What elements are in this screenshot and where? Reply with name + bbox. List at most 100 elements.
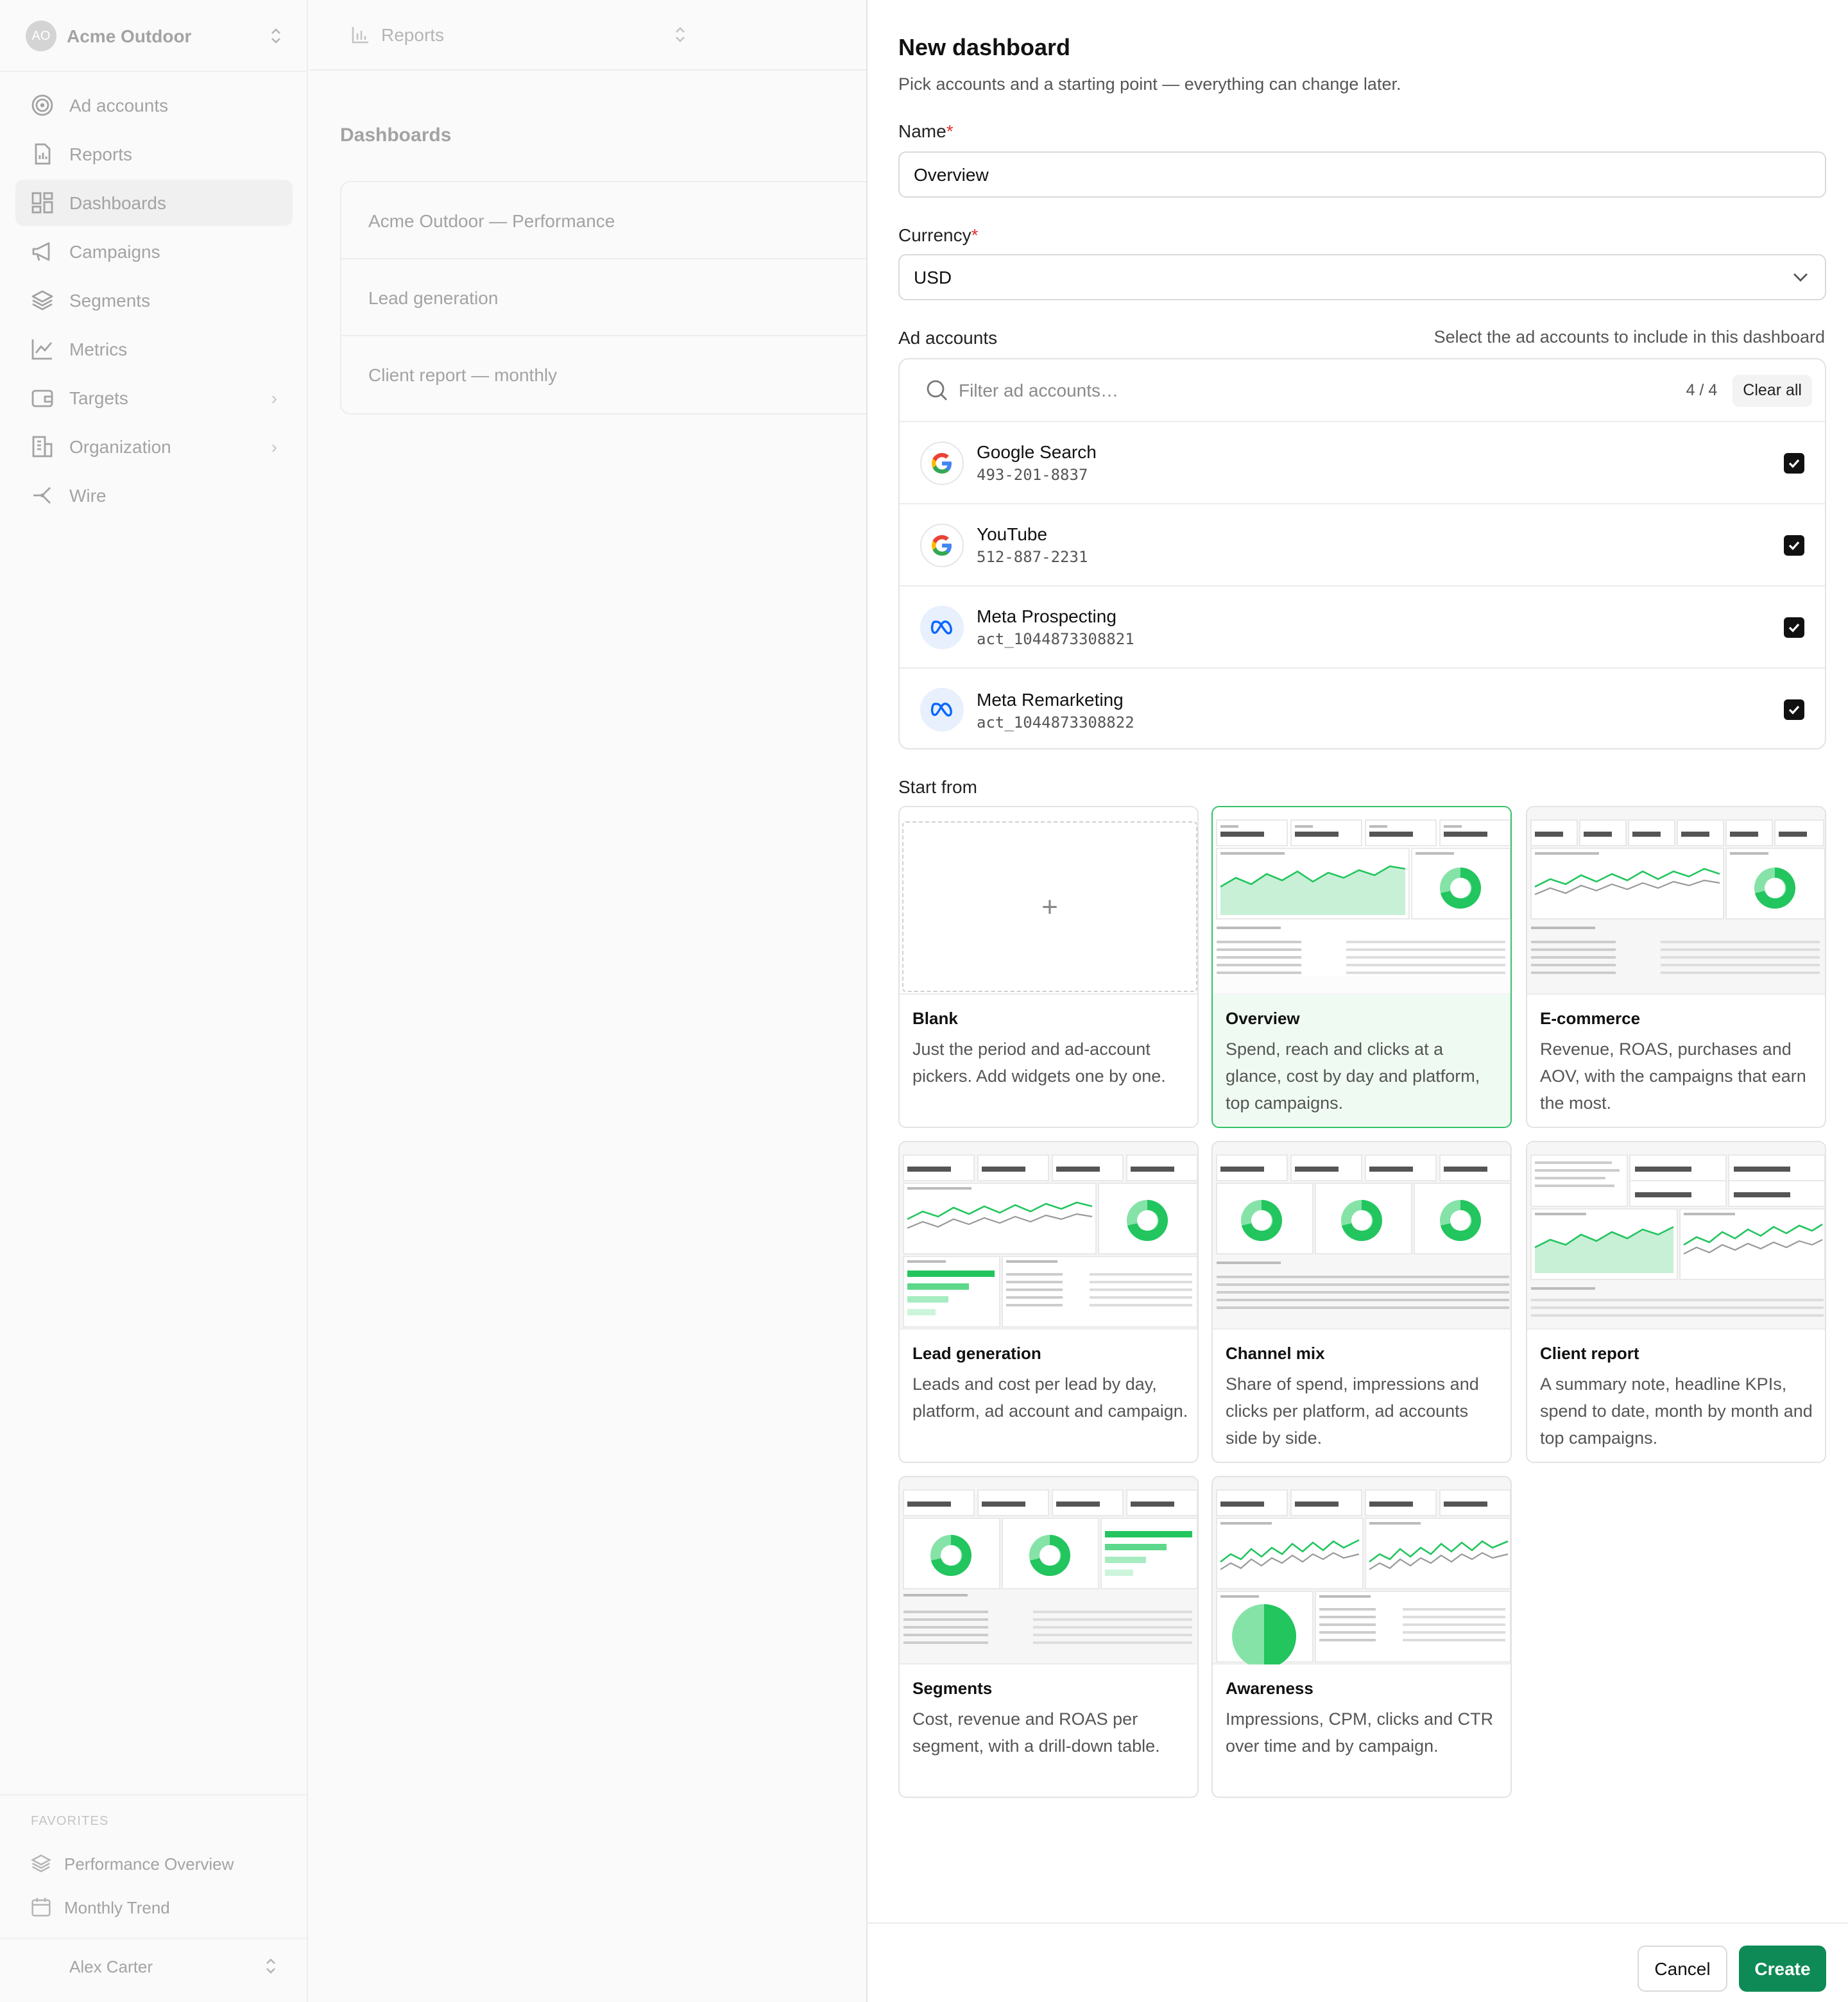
divider: [0, 1938, 308, 1939]
template-description: A summary note, headline KPIs, spend to …: [1540, 1374, 1813, 1448]
favorite-item[interactable]: Performance Overview: [31, 1853, 234, 1874]
plus-icon: +: [902, 821, 1197, 992]
account-name: Meta Remarketing: [977, 689, 1124, 709]
building-icon: [32, 436, 53, 458]
target-icon: [31, 94, 53, 116]
template-description: Cost, revenue and ROAS per segment, with…: [912, 1709, 1160, 1756]
report-selector-label: Reports: [381, 24, 445, 45]
sidebar: AO Acme Outdoor Ad accounts Reports Dash…: [0, 0, 308, 2002]
template-description: Spend, reach and clicks at a glance, cos…: [1226, 1040, 1480, 1113]
name-field[interactable]: Overview: [898, 151, 1826, 198]
template-description: Share of spend, impressions and clicks p…: [1226, 1374, 1479, 1448]
list-item[interactable]: Acme Outdoor — Performance: [341, 182, 878, 259]
account-row-youtube[interactable]: YouTube 512-887-2231: [900, 504, 1825, 586]
dialog-subtitle: Pick accounts and a starting point — eve…: [898, 74, 1401, 94]
layers-icon: [31, 290, 53, 311]
list-item[interactable]: Client report — monthly: [341, 336, 878, 413]
wallet-icon: [31, 389, 53, 407]
template-name: E-commerce: [1540, 1009, 1641, 1028]
account-checkbox[interactable]: [1784, 452, 1804, 473]
sidebar-item-label: Metrics: [69, 339, 128, 359]
sidebar-item-organization[interactable]: Organization ›: [15, 424, 293, 470]
template-name: Channel mix: [1226, 1344, 1325, 1363]
name-label: Name*: [898, 121, 954, 141]
line-chart-icon: [31, 339, 53, 360]
user-menu[interactable]: Alex Carter: [15, 1943, 293, 1989]
dashboard-preview-illustration: [903, 1154, 1197, 1328]
favorites-heading: FAVORITES: [31, 1815, 109, 1829]
currency-label-text: Currency: [898, 225, 971, 245]
sidebar-item-targets[interactable]: Targets ›: [15, 375, 293, 421]
dashboard-preview-illustration: [1216, 1154, 1510, 1309]
google-logo-icon: [920, 441, 964, 484]
template-card-awareness[interactable]: Awareness Impressions, CPM, clicks and C…: [1211, 1476, 1512, 1798]
meta-logo-icon: [920, 605, 964, 649]
sidebar-item-metrics[interactable]: Metrics: [15, 326, 293, 372]
selected-count: 4 / 4: [1686, 381, 1718, 399]
sidebar-item-label: Reports: [69, 144, 133, 164]
account-row-meta-prospecting[interactable]: Meta Prospecting act_1044873308821: [900, 586, 1825, 669]
template-card-overview[interactable]: Overview Spend, reach and clicks at a gl…: [1211, 806, 1512, 1128]
accounts-hint: Select the ad accounts to include in thi…: [1433, 327, 1825, 346]
bar-chart-icon: [352, 27, 368, 44]
account-filter-input[interactable]: [959, 380, 1686, 400]
template-description: Leads and cost per lead by day, platform…: [912, 1374, 1188, 1421]
list-item[interactable]: Lead generation: [341, 259, 878, 336]
sidebar-item-segments[interactable]: Segments: [15, 277, 293, 323]
sidebar-item-reports[interactable]: Reports: [15, 131, 293, 177]
checkmark-icon: [1788, 622, 1800, 632]
required-mark: *: [971, 225, 979, 245]
divider: [0, 1794, 308, 1795]
template-preview: [900, 1477, 1197, 1664]
name-label-text: Name: [898, 121, 946, 141]
template-preview: [1213, 1477, 1510, 1664]
divider: [0, 71, 308, 72]
cancel-button[interactable]: Cancel: [1638, 1946, 1727, 1992]
sidebar-item-campaigns[interactable]: Campaigns: [15, 228, 293, 275]
template-description: Just the period and ad-account pickers. …: [912, 1040, 1166, 1086]
template-description: Impressions, CPM, clicks and CTR over ti…: [1226, 1709, 1494, 1756]
org-switcher[interactable]: AO Acme Outdoor: [15, 13, 293, 59]
account-row-meta-remarketing[interactable]: Meta Remarketing act_1044873308822: [900, 669, 1825, 748]
template-card-blank[interactable]: + Blank Just the period and ad-account p…: [898, 806, 1199, 1128]
report-selector[interactable]: Reports: [309, 0, 866, 71]
create-button[interactable]: Create: [1739, 1946, 1826, 1992]
currency-label: Currency*: [898, 225, 979, 245]
chevron-up-down-icon: [264, 1957, 277, 1975]
sidebar-item-label: Segments: [69, 290, 151, 311]
sidebar-item-ad-accounts[interactable]: Ad accounts: [15, 82, 293, 128]
template-preview: [1527, 807, 1825, 995]
org-name: Acme Outdoor: [67, 26, 192, 46]
template-name: Overview: [1226, 1009, 1300, 1028]
ad-account-picker: 4 / 4 Clear all Google Search 493-201-88…: [898, 358, 1826, 749]
account-info: Meta Remarketing act_1044873308822: [977, 689, 1784, 731]
dialog-footer: Cancel Create: [868, 1922, 1848, 2002]
sidebar-item-dashboards[interactable]: Dashboards: [15, 180, 293, 226]
main-content: Reports Dashboards Acme Outdoor — Perfor…: [309, 0, 879, 2002]
template-card-e-commerce[interactable]: E-commerce Revenue, ROAS, purchases and …: [1526, 806, 1826, 1128]
favorite-item[interactable]: Monthly Trend: [31, 1897, 170, 1917]
dashboard-preview-illustration: [1530, 1154, 1825, 1317]
template-card-client-report[interactable]: Client report A summary note, headline K…: [1526, 1141, 1826, 1463]
account-checkbox[interactable]: [1784, 699, 1804, 720]
currency-select[interactable]: USD: [898, 254, 1826, 300]
template-name: Blank: [912, 1009, 958, 1028]
sidebar-item-wire[interactable]: Wire: [15, 472, 293, 518]
template-card-channel-mix[interactable]: Channel mix Share of spend, impressions …: [1211, 1141, 1512, 1463]
account-row-google-search[interactable]: Google Search 493-201-8837: [900, 422, 1825, 504]
account-checkbox[interactable]: [1784, 617, 1804, 637]
share-icon: [33, 487, 51, 504]
template-card-lead-generation[interactable]: Lead generation Leads and cost per lead …: [898, 1141, 1199, 1463]
dashboard-preview-illustration: [1216, 1489, 1510, 1664]
clear-all-button[interactable]: Clear all: [1733, 374, 1812, 406]
report-icon: [35, 143, 51, 165]
meta-logo-icon: [920, 688, 964, 732]
currency-value: USD: [914, 267, 952, 287]
sidebar-item-label: Organization: [69, 436, 171, 457]
sidebar-item-label: Wire: [69, 485, 107, 506]
template-card-segments[interactable]: Segments Cost, revenue and ROAS per segm…: [898, 1476, 1199, 1798]
accounts-label: Ad accounts: [898, 327, 998, 348]
sidebar-nav: Ad accounts Reports Dashboards Campaigns…: [15, 82, 293, 521]
account-id: 512-887-2231: [977, 548, 1088, 566]
account-checkbox[interactable]: [1784, 535, 1804, 555]
